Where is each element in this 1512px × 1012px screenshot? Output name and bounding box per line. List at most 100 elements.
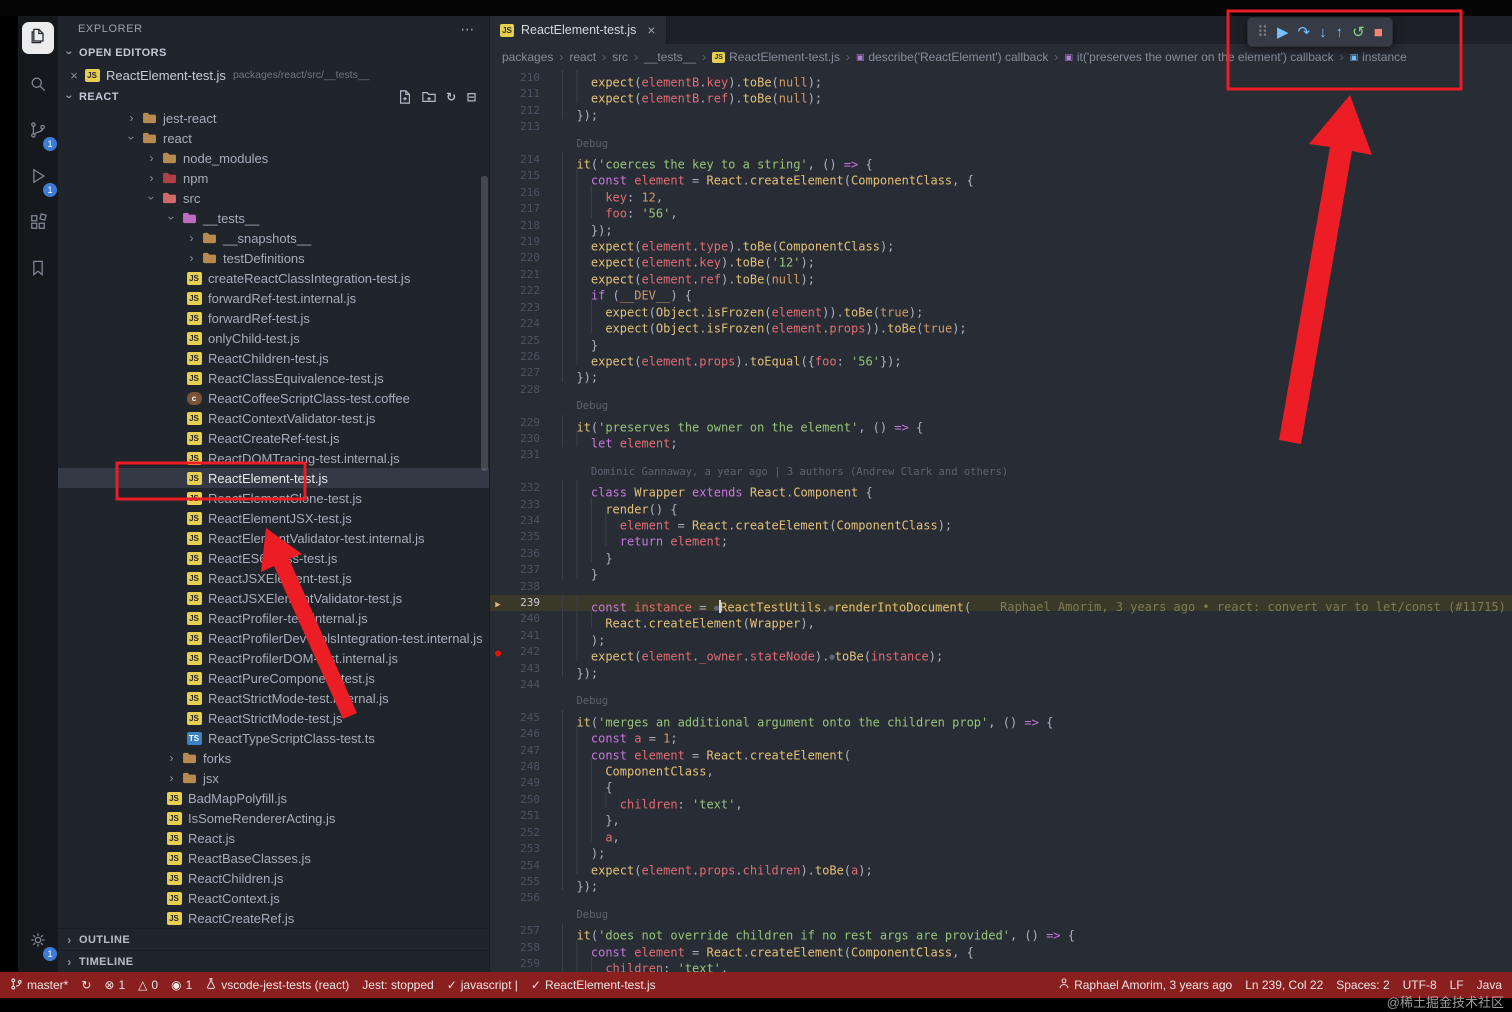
tree-item-badmappolyfill-js[interactable]: JSBadMapPolyfill.js	[58, 788, 489, 808]
gutter-glyph[interactable]	[490, 529, 506, 545]
gutter-glyph[interactable]	[490, 808, 506, 824]
status-jest-status[interactable]: Jest: stopped	[362, 978, 433, 992]
code-line-238[interactable]: 238	[490, 579, 1512, 595]
gutter-glyph[interactable]	[490, 726, 506, 742]
project-section-header[interactable]: › REACT ↻ ⊟	[58, 86, 489, 108]
status-git-branch[interactable]: master*	[10, 977, 68, 994]
gutter-glyph[interactable]	[490, 923, 506, 939]
code-line-252[interactable]: 252a,	[490, 825, 1512, 841]
collapse-all-icon[interactable]: ⊟	[467, 90, 477, 104]
tree-item-react-js[interactable]: JSReact.js	[58, 828, 489, 848]
tree-item-jsx[interactable]: ›jsx	[58, 768, 489, 788]
debug-continue-button[interactable]: ▶	[1277, 25, 1289, 40]
code-line-248[interactable]: 248ComponentClass,	[490, 759, 1512, 775]
code-line-215[interactable]: 215const element = React.createElement(C…	[490, 168, 1512, 184]
breadcrumb-item-tests[interactable]: __tests__	[644, 50, 696, 64]
code-line-247[interactable]: 247const element = React.createElement(	[490, 743, 1512, 759]
open-editor-item[interactable]: × JS ReactElement-test.js packages/react…	[58, 64, 489, 86]
gutter-glyph[interactable]	[490, 480, 506, 496]
gutter-glyph[interactable]	[490, 349, 506, 365]
code-line-242[interactable]: ●242expect(element._owner.stateNode).●to…	[490, 644, 1512, 660]
status-git-blame-info[interactable]: Raphael Amorim, 3 years ago	[1058, 977, 1232, 993]
gutter-glyph[interactable]	[490, 382, 506, 398]
code-line-210[interactable]: 210expect(elementB.key).toBe(null);	[490, 70, 1512, 86]
gutter-glyph[interactable]	[490, 940, 506, 956]
refresh-icon[interactable]: ↻	[446, 90, 456, 104]
activity-source-control-button[interactable]: 1	[21, 112, 55, 152]
gutter-glyph[interactable]	[490, 119, 506, 135]
breadcrumb-item-describe-reactelement-callback[interactable]: ▣describe('ReactElement') callback	[856, 50, 1049, 64]
code-line-234[interactable]: 234element = React.createElement(Compone…	[490, 513, 1512, 529]
tree-item-onlychild-test-js[interactable]: JSonlyChild-test.js	[58, 328, 489, 348]
code-line-213[interactable]: 213	[490, 119, 1512, 135]
status-debug-configuration[interactable]: vscode-jest-tests (react)	[205, 977, 349, 993]
tree-item-reacttypescriptclass-test-ts[interactable]: TSReactTypeScriptClass-test.ts	[58, 728, 489, 748]
breadcrumb-item-instance[interactable]: ▣instance	[1350, 50, 1407, 64]
gutter-glyph[interactable]	[490, 267, 506, 283]
tree-item-reactelementvalidator-test-internal-js[interactable]: JSReactElementValidator-test.internal.js	[58, 528, 489, 548]
activity-bookmarks-button[interactable]	[21, 250, 55, 290]
breadcrumb-item-react[interactable]: react	[569, 50, 596, 64]
code-line-226[interactable]: 226expect(element.props).toEqual({foo: '…	[490, 349, 1512, 365]
code-line-228[interactable]: 228	[490, 382, 1512, 398]
tree-item-reactjsxelement-test-js[interactable]: JSReactJSXElement-test.js	[58, 568, 489, 588]
gutter-glyph[interactable]	[490, 825, 506, 841]
tree-item-src[interactable]: ›src	[58, 188, 489, 208]
gutter-glyph[interactable]	[490, 858, 506, 874]
tree-item-reactchildren-js[interactable]: JSReactChildren.js	[58, 868, 489, 888]
code-line-221[interactable]: 221expect(element.ref).toBe(null);	[490, 267, 1512, 283]
new-file-icon[interactable]	[398, 90, 412, 104]
code-line-230[interactable]: 230let element;	[490, 431, 1512, 447]
codelens-debug-link[interactable]: Debug	[490, 693, 1512, 709]
status-info-count[interactable]: ◉1	[171, 978, 192, 992]
tree-item-react[interactable]: ›react	[58, 128, 489, 148]
gutter-glyph[interactable]	[490, 234, 506, 250]
tree-item-reactes6class-test-js[interactable]: JSReactES6Class-test.js	[58, 548, 489, 568]
status-eol-sequence[interactable]: LF	[1450, 978, 1464, 992]
tree-item-reactprofiler-test-internal-js[interactable]: JSReactProfiler-test.internal.js	[58, 608, 489, 628]
debug-step-into-button[interactable]: ↓	[1319, 25, 1327, 40]
code-line-217[interactable]: 217foo: '56',	[490, 201, 1512, 217]
gutter-glyph[interactable]	[490, 874, 506, 890]
status-warning-count[interactable]: △0	[138, 978, 158, 992]
code-line-223[interactable]: 223expect(Object.isFrozen(element)).toBe…	[490, 300, 1512, 316]
tree-item-tests[interactable]: ›__tests__	[58, 208, 489, 228]
status-sync-changes[interactable]: ↻	[81, 978, 91, 992]
debug-restart-button[interactable]: ↺	[1352, 25, 1365, 40]
codelens-debug-link[interactable]: Debug	[490, 398, 1512, 414]
tree-item-reactcreateref-js[interactable]: JSReactCreateRef.js	[58, 908, 489, 928]
code-line-239[interactable]: ▶239const instance = ●ReactTestUtils.●re…	[490, 595, 1512, 611]
code-line-253[interactable]: 253);	[490, 841, 1512, 857]
code-line-216[interactable]: 216key: 12,	[490, 185, 1512, 201]
gutter-glyph[interactable]	[490, 415, 506, 431]
tree-item-reactcoffeescriptclass-test-coffee[interactable]: cReactCoffeeScriptClass-test.coffee	[58, 388, 489, 408]
gutter-glyph[interactable]	[490, 890, 506, 906]
gutter-glyph[interactable]	[490, 103, 506, 119]
tree-item-jest-react[interactable]: ›jest-react	[58, 108, 489, 128]
gutter-glyph[interactable]	[490, 218, 506, 234]
tree-item-reactpurecomponent-test-js[interactable]: JSReactPureComponent-test.js	[58, 668, 489, 688]
code-line-229[interactable]: 229it('preserves the owner on the elemen…	[490, 415, 1512, 431]
new-folder-icon[interactable]	[422, 90, 436, 104]
code-line-232[interactable]: 232class Wrapper extends React.Component…	[490, 480, 1512, 496]
status-error-count[interactable]: ⊗1	[104, 978, 125, 992]
gutter-glyph[interactable]	[490, 201, 506, 217]
code-line-244[interactable]: 244	[490, 677, 1512, 693]
gutter-glyph[interactable]	[490, 316, 506, 332]
status-encoding[interactable]: UTF-8	[1403, 978, 1437, 992]
gutter-glyph[interactable]	[490, 841, 506, 857]
gutter-glyph[interactable]	[490, 611, 506, 627]
tree-item-reactstrictmode-test-js[interactable]: JSReactStrictMode-test.js	[58, 708, 489, 728]
tree-item-reactdomtracing-test-internal-js[interactable]: JSReactDOMTracing-test.internal.js	[58, 448, 489, 468]
tree-item-reactelementclone-test-js[interactable]: JSReactElementClone-test.js	[58, 488, 489, 508]
debug-step-over-button[interactable]: ↷	[1298, 25, 1311, 40]
gutter-glyph[interactable]	[490, 300, 506, 316]
gutter-glyph[interactable]	[490, 956, 506, 972]
status-cursor-position[interactable]: Ln 239, Col 22	[1245, 978, 1323, 992]
code-line-245[interactable]: 245it('merges an additional argument ont…	[490, 710, 1512, 726]
tree-item-issomerendereracting-js[interactable]: JSIsSomeRendererActing.js	[58, 808, 489, 828]
tree-item-reactchildren-test-js[interactable]: JSReactChildren-test.js	[58, 348, 489, 368]
code-line-257[interactable]: 257it('does not override children if no …	[490, 923, 1512, 939]
tree-item-forwardref-test-js[interactable]: JSforwardRef-test.js	[58, 308, 489, 328]
breadcrumb-item-src[interactable]: src	[612, 50, 628, 64]
